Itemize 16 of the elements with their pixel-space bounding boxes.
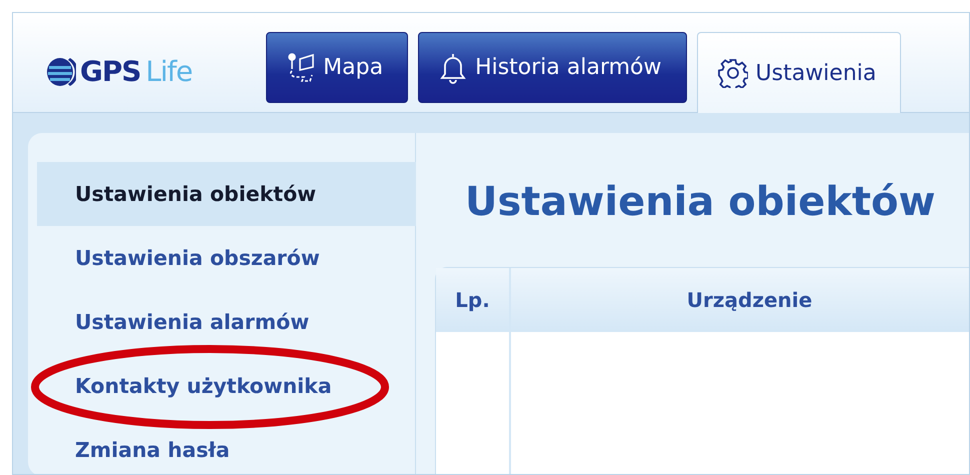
sidebar-item[interactable]: Kontakty użytkownika [37,354,416,418]
column-header: Urządzenie [511,268,969,332]
sidebar-item[interactable]: Ustawienia obiektów [37,162,416,226]
logo-text: GPS Life [80,54,192,90]
nav-tab[interactable]: Ustawienia [696,32,902,113]
sidebar-item[interactable]: Ustawienia alarmów [37,290,416,354]
bell-icon [439,52,468,84]
sidebar-item[interactable]: Ustawienia obszarów [37,226,416,290]
nav-tab[interactable]: Historia alarmów [418,32,687,103]
map-icon [287,52,316,82]
column-header: Lp. [436,268,509,332]
nav-tab[interactable]: Mapa [266,32,408,103]
page-title: Ustawienia obiektów [465,178,936,227]
sidebar-item[interactable]: Zmiana hasła [37,418,416,474]
globe-logo-icon [46,56,76,88]
gear-icon [718,58,748,88]
